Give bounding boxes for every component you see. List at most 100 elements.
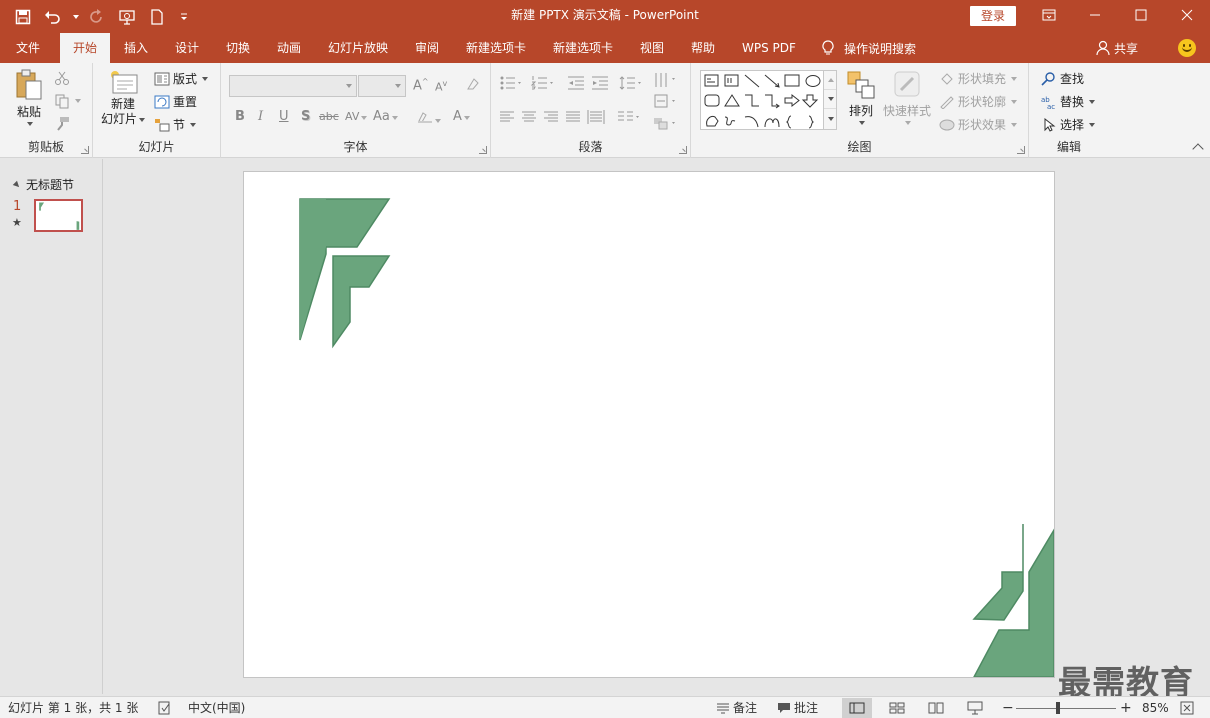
bullets-icon[interactable] bbox=[499, 75, 523, 91]
minimize-button[interactable] bbox=[1072, 0, 1118, 30]
text-direction-icon[interactable] bbox=[653, 71, 677, 89]
share-button[interactable]: 共享 bbox=[1096, 33, 1138, 63]
section-button[interactable]: 节 bbox=[154, 116, 197, 133]
italic-button[interactable]: I bbox=[258, 109, 263, 124]
shape-fill-button[interactable]: 形状填充 bbox=[939, 70, 1018, 87]
layout-button[interactable]: 版式 bbox=[154, 70, 209, 87]
align-right-icon[interactable] bbox=[543, 109, 559, 125]
spell-check-button[interactable] bbox=[157, 697, 173, 718]
increase-font-size-icon[interactable]: A^ bbox=[413, 77, 429, 93]
quick-styles-button[interactable]: 快速样式 bbox=[883, 70, 931, 125]
tell-me-search[interactable]: 操作说明搜索 bbox=[822, 33, 916, 63]
line-spacing-icon[interactable] bbox=[619, 75, 643, 91]
arrange-button[interactable]: 排列 bbox=[846, 70, 876, 125]
select-button[interactable]: 选择 bbox=[1041, 116, 1096, 133]
fit-to-window-button[interactable] bbox=[1180, 697, 1194, 718]
format-painter-button[interactable] bbox=[54, 116, 70, 132]
font-name-combo[interactable] bbox=[229, 75, 357, 97]
align-center-icon[interactable] bbox=[521, 109, 537, 125]
highlight-button[interactable] bbox=[417, 109, 441, 127]
zoom-in-button[interactable]: + bbox=[1120, 697, 1132, 718]
slideshow-view-button[interactable] bbox=[960, 698, 990, 718]
comments-button[interactable]: 批注 bbox=[777, 697, 818, 718]
tab-custom-1[interactable]: 新建选项卡 bbox=[466, 33, 526, 63]
shapes-gallery-scroll[interactable] bbox=[823, 71, 836, 129]
numbering-icon[interactable] bbox=[531, 75, 555, 91]
character-spacing-button[interactable]: AV bbox=[345, 110, 368, 123]
justify-icon[interactable] bbox=[565, 109, 581, 125]
tab-home[interactable]: 开始 bbox=[60, 33, 110, 63]
drawing-launcher-icon[interactable] bbox=[1017, 146, 1025, 154]
redo-button[interactable] bbox=[84, 4, 110, 30]
collapse-ribbon-icon[interactable] bbox=[1192, 143, 1204, 155]
tab-view[interactable]: 视图 bbox=[640, 33, 664, 63]
zoom-out-button[interactable]: − bbox=[1002, 697, 1014, 718]
text-shadow-button[interactable]: S bbox=[301, 109, 310, 124]
columns-icon[interactable] bbox=[617, 109, 641, 125]
replace-button[interactable]: ab ac 替换 bbox=[1041, 93, 1096, 110]
tab-custom-2[interactable]: 新建选项卡 bbox=[553, 33, 613, 63]
tab-design[interactable]: 设计 bbox=[175, 33, 199, 63]
change-case-button[interactable]: Aa bbox=[373, 109, 398, 124]
paragraph-launcher-icon[interactable] bbox=[679, 146, 687, 154]
clear-formatting-icon[interactable] bbox=[465, 76, 481, 96]
undo-dropdown[interactable] bbox=[70, 4, 80, 30]
zoom-slider-track[interactable] bbox=[1016, 708, 1116, 709]
logo-shape-bottom-inner[interactable] bbox=[972, 524, 1024, 621]
smartart-icon[interactable] bbox=[653, 115, 677, 131]
bold-button[interactable]: B bbox=[235, 109, 245, 124]
notes-button[interactable]: 备注 bbox=[716, 697, 757, 718]
tab-help[interactable]: 帮助 bbox=[691, 33, 715, 63]
reading-view-button[interactable] bbox=[921, 698, 951, 718]
new-document-button[interactable] bbox=[144, 4, 170, 30]
tab-insert[interactable]: 插入 bbox=[124, 33, 148, 63]
zoom-slider-thumb[interactable] bbox=[1055, 702, 1060, 714]
close-button[interactable] bbox=[1164, 0, 1210, 30]
distributed-icon[interactable] bbox=[587, 108, 605, 126]
tab-wps-pdf[interactable]: WPS PDF bbox=[742, 33, 796, 63]
customize-qat-button[interactable] bbox=[174, 4, 194, 30]
clipboard-launcher-icon[interactable] bbox=[81, 146, 89, 154]
save-button[interactable] bbox=[10, 4, 36, 30]
zoom-level[interactable]: 85% bbox=[1142, 697, 1169, 718]
cut-button[interactable] bbox=[54, 70, 70, 86]
decrease-indent-icon[interactable] bbox=[567, 75, 585, 91]
ribbon-display-options-button[interactable] bbox=[1026, 0, 1072, 30]
shape-effects-button[interactable]: 形状效果 bbox=[939, 116, 1018, 133]
maximize-button[interactable] bbox=[1118, 0, 1164, 30]
tab-transitions[interactable]: 切换 bbox=[226, 33, 250, 63]
decrease-font-size-icon[interactable]: Av bbox=[435, 79, 447, 94]
tab-animations[interactable]: 动画 bbox=[277, 33, 301, 63]
shapes-gallery[interactable] bbox=[700, 70, 837, 130]
copy-button[interactable] bbox=[54, 93, 81, 109]
align-text-icon[interactable] bbox=[653, 93, 677, 109]
slide-sorter-view-button[interactable] bbox=[882, 698, 912, 718]
underline-button[interactable]: U bbox=[279, 109, 289, 124]
tab-slideshow[interactable]: 幻灯片放映 bbox=[328, 33, 388, 63]
present-from-beginning-button[interactable] bbox=[114, 4, 140, 30]
font-launcher-icon[interactable] bbox=[479, 146, 487, 154]
normal-view-button[interactable] bbox=[842, 698, 872, 718]
collapse-section-icon[interactable] bbox=[12, 180, 22, 189]
paste-button[interactable]: 粘贴 bbox=[14, 69, 44, 126]
slide-canvas[interactable] bbox=[243, 171, 1055, 678]
find-button[interactable]: 查找 bbox=[1041, 70, 1084, 87]
new-slide-button[interactable]: 新建 幻灯片 bbox=[101, 69, 146, 127]
tab-file[interactable]: 文件 bbox=[16, 33, 40, 63]
increase-indent-icon[interactable] bbox=[591, 75, 609, 91]
language-indicator[interactable]: 中文(中国) bbox=[188, 697, 245, 718]
logo-shape-top-inner[interactable] bbox=[332, 255, 391, 349]
font-color-button[interactable]: A bbox=[453, 109, 470, 124]
shape-outline-button[interactable]: 形状轮廓 bbox=[939, 93, 1018, 110]
login-button[interactable]: 登录 bbox=[970, 6, 1016, 26]
feedback-smiley-icon[interactable] bbox=[1178, 39, 1196, 57]
group-label-clipboard: 剪贴板 bbox=[27, 140, 64, 154]
section-header[interactable]: 无标题节 bbox=[12, 176, 74, 193]
tab-review[interactable]: 审阅 bbox=[415, 33, 439, 63]
font-size-combo[interactable] bbox=[358, 75, 406, 97]
align-left-icon[interactable] bbox=[499, 109, 515, 125]
slide-thumbnail-1[interactable] bbox=[34, 199, 83, 232]
reset-button[interactable]: 重置 bbox=[154, 93, 197, 110]
undo-button[interactable] bbox=[40, 4, 66, 30]
strikethrough-button[interactable]: abc bbox=[319, 110, 339, 123]
